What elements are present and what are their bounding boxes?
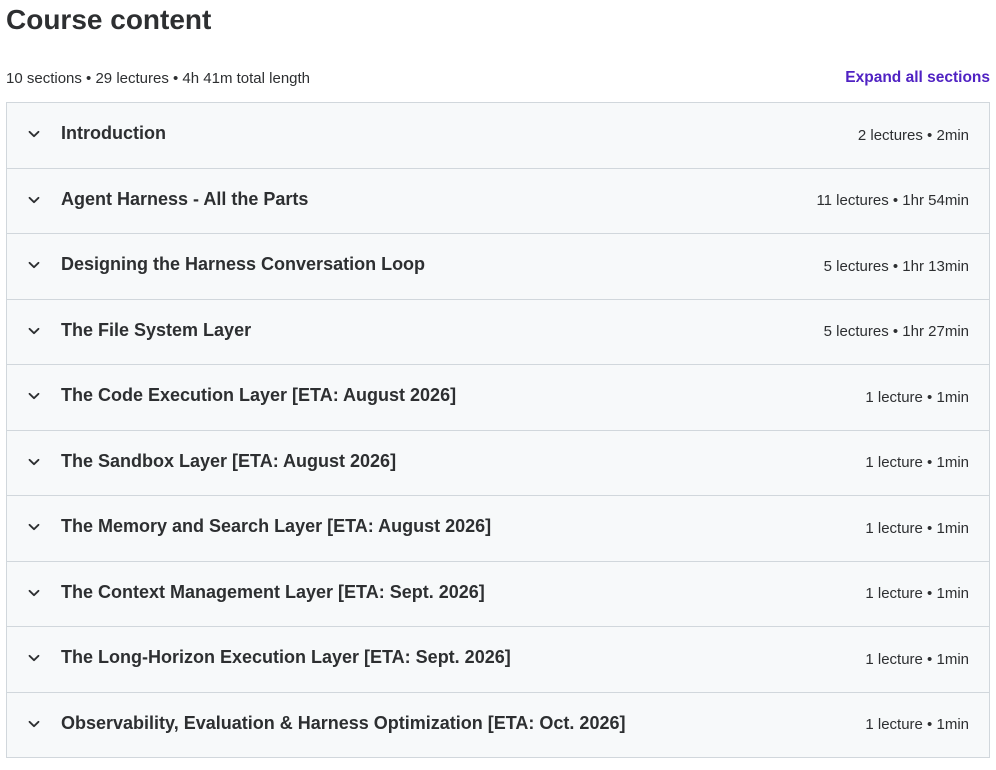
section-title: The Code Execution Layer [ETA: August 20… xyxy=(61,385,457,406)
chevron-down-icon xyxy=(7,194,61,206)
section-title: The Sandbox Layer [ETA: August 2026] xyxy=(61,450,397,471)
chevron-down-icon xyxy=(7,456,61,468)
section-header-conversation-loop[interactable]: Designing the Harness Conversation Loop … xyxy=(7,234,989,300)
section-meta: 1 lecture • 1min xyxy=(865,716,969,734)
section-header-long-horizon[interactable]: The Long-Horizon Execution Layer [ETA: S… xyxy=(7,627,989,693)
section-title: Designing the Harness Conversation Loop xyxy=(61,254,426,275)
section-header-code-execution[interactable]: The Code Execution Layer [ETA: August 20… xyxy=(7,365,989,431)
section-meta: 1 lecture • 1min xyxy=(865,454,969,472)
section-meta: 11 lectures • 1hr 54min xyxy=(816,192,969,210)
section-title: Introduction xyxy=(61,123,166,144)
section-header-memory-search[interactable]: The Memory and Search Layer [ETA: August… xyxy=(7,496,989,562)
section-meta: 1 lecture • 1min xyxy=(865,585,969,603)
sections-list: Introduction 2 lectures • 2min Agent Har… xyxy=(6,102,990,758)
section-title: Agent Harness - All the Parts xyxy=(61,188,309,209)
section-header-introduction[interactable]: Introduction 2 lectures • 2min xyxy=(7,103,989,169)
section-header-sandbox[interactable]: The Sandbox Layer [ETA: August 2026] 1 l… xyxy=(7,430,989,496)
section-header-context-management[interactable]: The Context Management Layer [ETA: Sept.… xyxy=(7,561,989,627)
section-meta: 5 lectures • 1hr 27min xyxy=(823,323,969,341)
section-header-file-system[interactable]: The File System Layer 5 lectures • 1hr 2… xyxy=(7,299,989,365)
chevron-down-icon xyxy=(7,390,61,402)
chevron-down-icon xyxy=(7,652,61,664)
expand-all-sections-button[interactable]: Expand all sections xyxy=(845,69,990,87)
chevron-down-icon xyxy=(7,128,61,140)
section-header-observability[interactable]: Observability, Evaluation & Harness Opti… xyxy=(7,692,989,758)
chevron-down-icon xyxy=(7,587,61,599)
section-meta: 1 lecture • 1min xyxy=(865,388,969,406)
section-title: The Context Management Layer [ETA: Sept.… xyxy=(61,581,485,602)
course-summary-row: 10 sections • 29 lectures • 4h 41m total… xyxy=(6,66,990,90)
chevron-down-icon xyxy=(7,259,61,271)
section-meta: 5 lectures • 1hr 13min xyxy=(823,257,969,275)
section-header-agent-harness[interactable]: Agent Harness - All the Parts 11 lecture… xyxy=(7,168,989,234)
page-title: Course content xyxy=(6,4,212,35)
section-meta: 2 lectures • 2min xyxy=(857,126,969,144)
section-title: The Memory and Search Layer [ETA: August… xyxy=(61,516,492,537)
chevron-down-icon xyxy=(7,521,61,533)
section-title: The File System Layer xyxy=(61,319,252,340)
chevron-down-icon xyxy=(7,325,61,337)
section-meta: 1 lecture • 1min xyxy=(865,650,969,668)
chevron-down-icon xyxy=(7,718,61,730)
course-summary: 10 sections • 29 lectures • 4h 41m total… xyxy=(6,69,311,87)
section-meta: 1 lecture • 1min xyxy=(865,519,969,537)
section-title: Observability, Evaluation & Harness Opti… xyxy=(61,712,626,733)
section-title: The Long-Horizon Execution Layer [ETA: S… xyxy=(61,647,511,668)
